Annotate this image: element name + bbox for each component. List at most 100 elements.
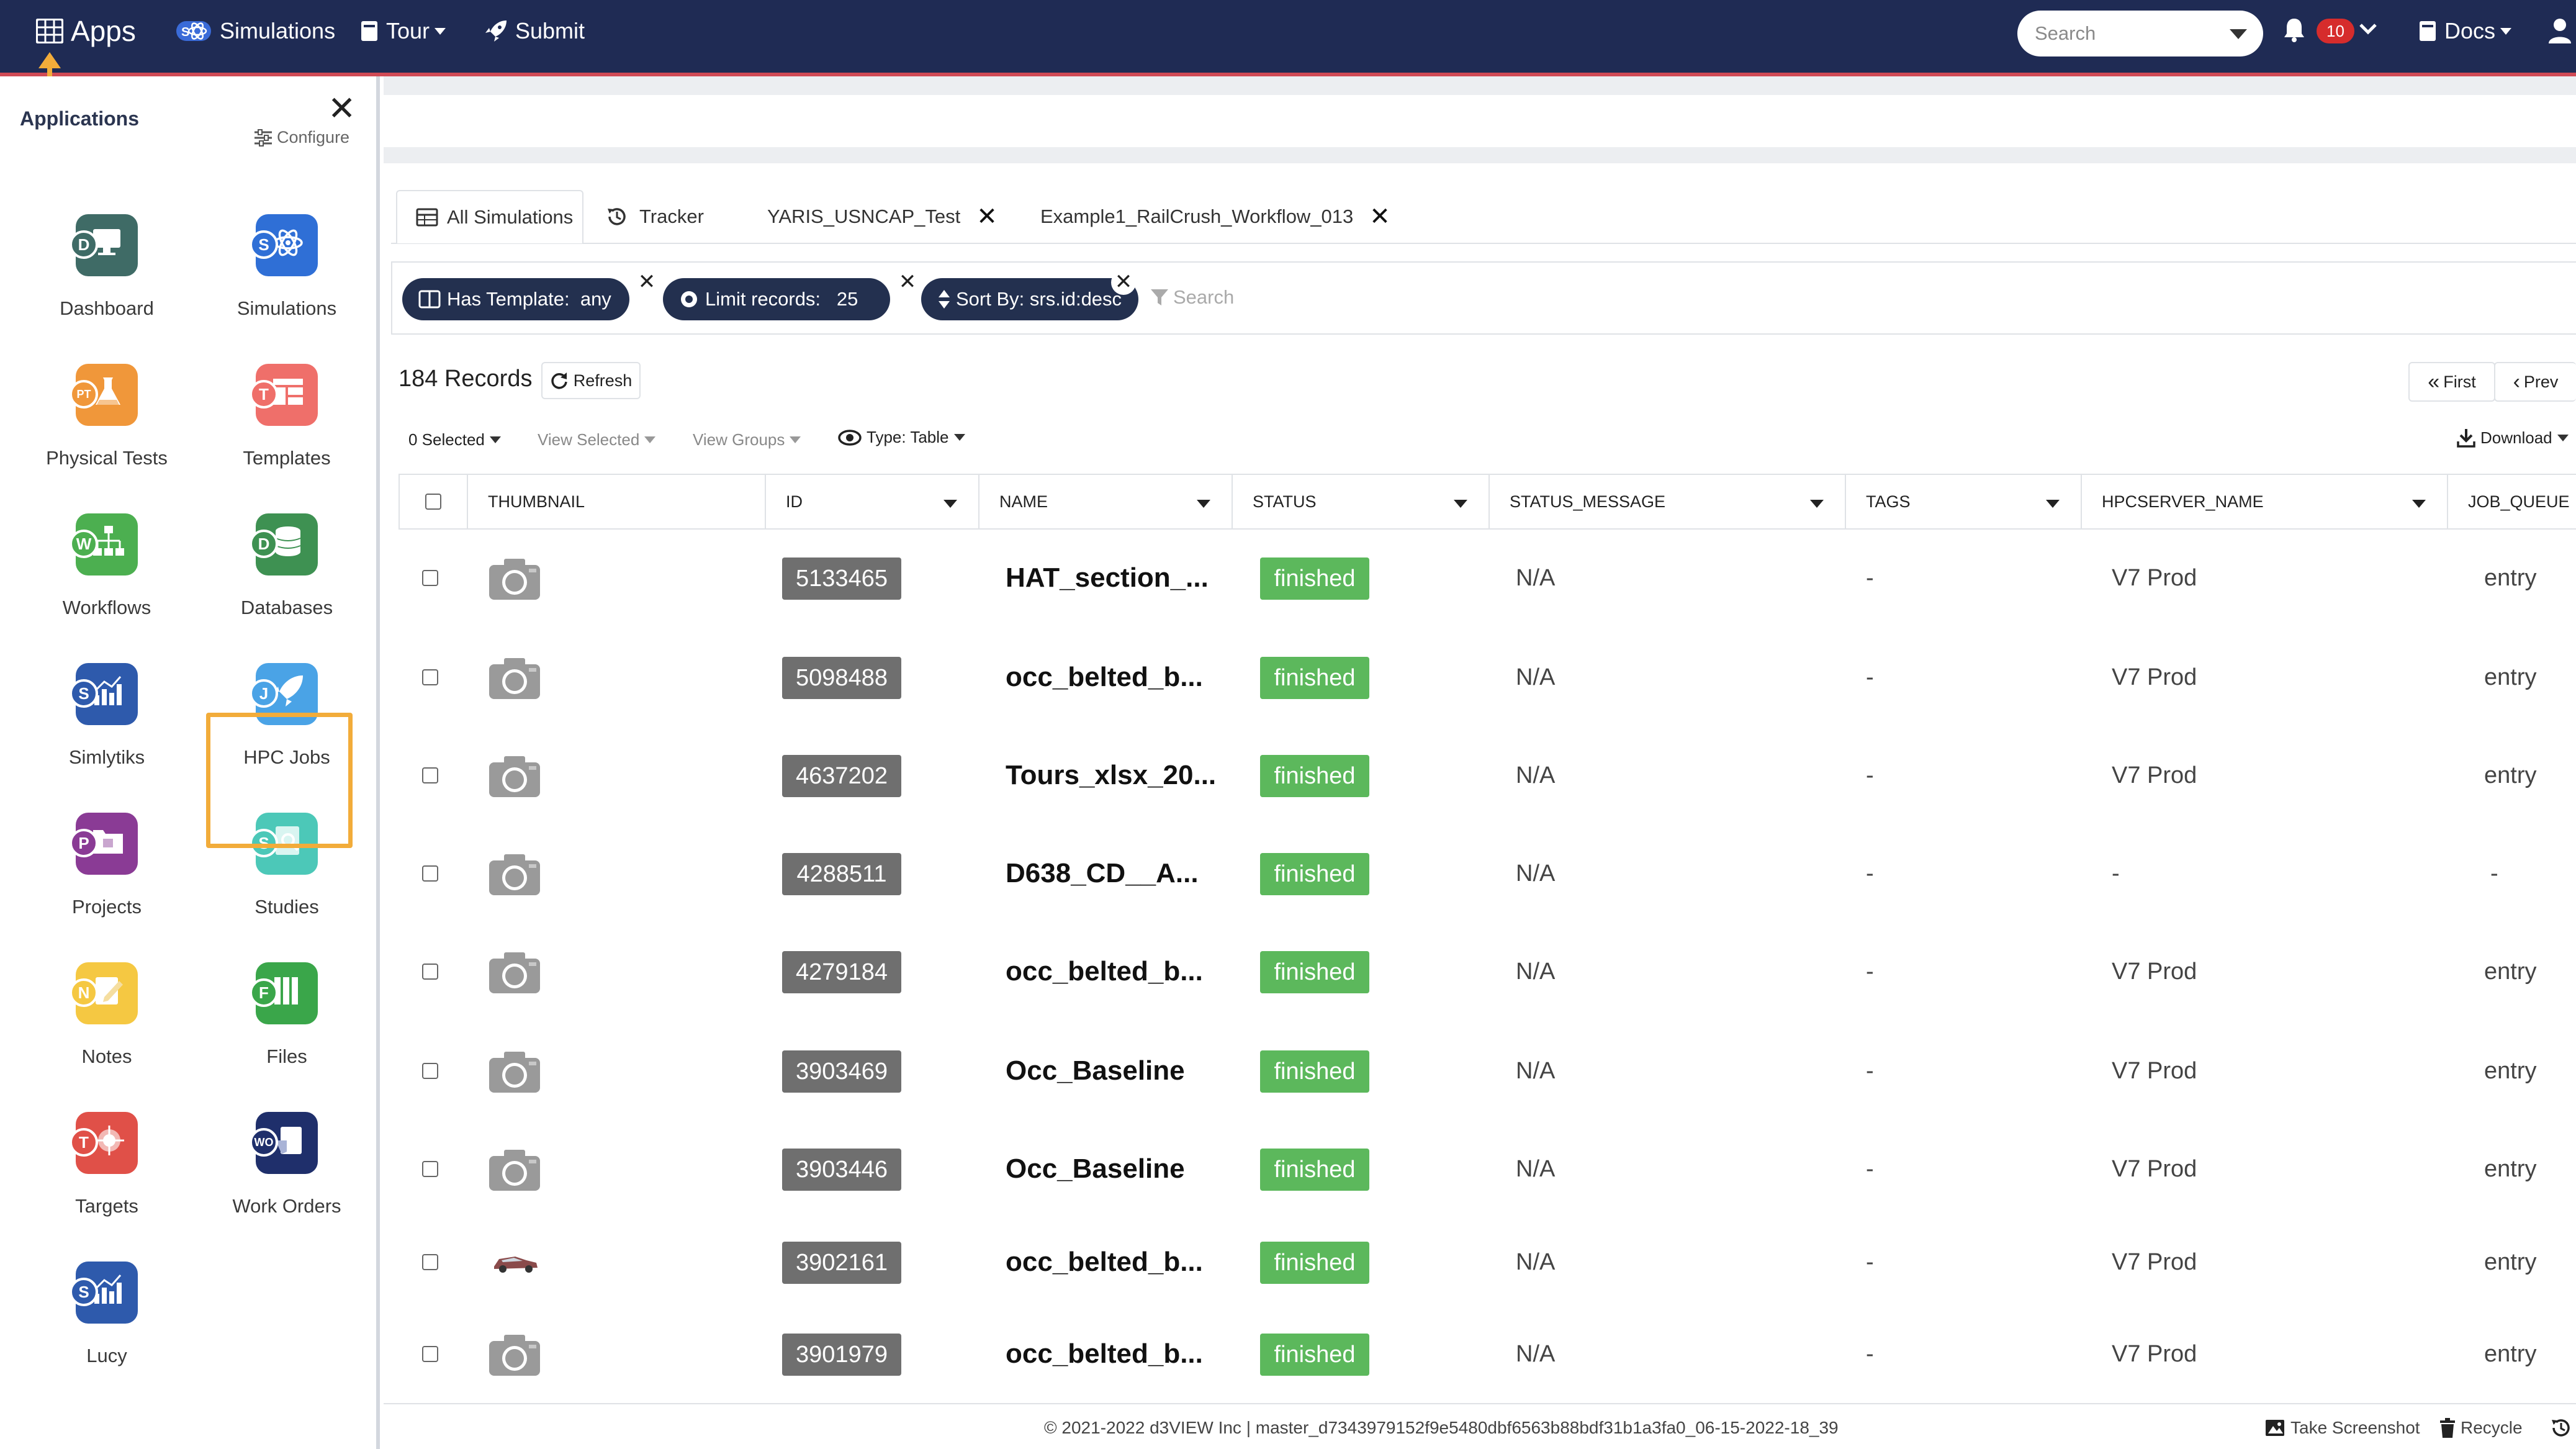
app-databases[interactable]: D Databases xyxy=(200,506,374,643)
configure-button[interactable]: Configure xyxy=(253,128,349,147)
table-row[interactable]: 5098488 occ_belted_b... finished N/A - V7 Pro… xyxy=(399,629,2576,727)
simulation-name-link[interactable]: Occ_Baseline xyxy=(1006,1055,1185,1086)
simulation-name-link[interactable]: occ_belted_b... xyxy=(1006,956,1203,987)
id-badge[interactable]: 4288511 xyxy=(782,853,901,895)
row-checkbox[interactable] xyxy=(422,1161,438,1177)
take-screenshot-button[interactable]: Take Screenshot xyxy=(2264,1418,2420,1438)
table-row[interactable]: 3903446 Occ_Baseline finished N/A - V7 Prod en… xyxy=(399,1121,2576,1219)
id-badge[interactable]: 3903469 xyxy=(782,1050,901,1093)
row-checkbox[interactable] xyxy=(422,767,438,783)
row-checkbox[interactable] xyxy=(422,964,438,980)
first-page-button[interactable]: « First xyxy=(2408,362,2495,402)
id-badge[interactable]: 5098488 xyxy=(782,657,901,699)
app-physical-tests[interactable]: PT Physical Tests xyxy=(20,356,194,493)
sort-caret-icon[interactable] xyxy=(1197,500,1210,508)
tab-example1-railcrush[interactable]: Example1_RailCrush_Workflow_013 ✕ xyxy=(1040,190,1390,243)
app-work-orders[interactable]: WO Work Orders xyxy=(200,1104,374,1241)
row-checkbox[interactable] xyxy=(422,1063,438,1079)
app-projects[interactable]: P Projects xyxy=(20,805,194,942)
simulation-name-link[interactable]: Occ_Baseline xyxy=(1006,1153,1185,1185)
close-tab-icon[interactable]: ✕ xyxy=(976,202,998,231)
table-row[interactable]: 5133465 HAT_section_... finished N/A - V7 Pro… xyxy=(399,530,2576,628)
history-icon[interactable] xyxy=(2550,1417,2572,1439)
column-header-name[interactable]: NAME xyxy=(978,474,1232,530)
car-thumbnail-icon[interactable] xyxy=(490,1250,540,1278)
sort-caret-icon[interactable] xyxy=(943,500,957,508)
camera-icon[interactable] xyxy=(488,1049,541,1097)
column-header-id[interactable]: ID xyxy=(765,474,978,530)
app-simlytiks[interactable]: S Simlytiks xyxy=(20,656,194,792)
simulation-name-link[interactable]: HAT_section_... xyxy=(1006,562,1209,594)
remove-filter-icon[interactable]: ✕ xyxy=(634,270,659,295)
column-header-status-message[interactable]: STATUS_MESSAGE xyxy=(1488,474,1845,530)
app-dashboard[interactable]: D Dashboard xyxy=(20,207,194,343)
bell-icon[interactable] xyxy=(2283,17,2305,42)
filter-chip-template[interactable]: Has Template: any xyxy=(402,278,629,320)
row-checkbox[interactable] xyxy=(422,1346,438,1362)
column-header-status[interactable]: STATUS xyxy=(1232,474,1488,530)
app-targets[interactable]: T Targets xyxy=(20,1104,194,1241)
camera-icon[interactable] xyxy=(488,950,541,998)
id-badge[interactable]: 4279184 xyxy=(782,951,901,993)
filter-search-input[interactable]: Search xyxy=(1150,286,1234,309)
view-groups-dropdown[interactable]: View Groups xyxy=(693,430,801,449)
table-row[interactable]: 3903469 Occ_Baseline finished N/A - V7 Prod en… xyxy=(399,1022,2576,1121)
camera-icon[interactable] xyxy=(488,1147,541,1195)
simulation-name-link[interactable]: occ_belted_b... xyxy=(1006,1338,1203,1370)
submit-nav-button[interactable]: Submit xyxy=(484,0,585,62)
tab-tracker[interactable]: Tracker xyxy=(606,190,704,243)
camera-icon[interactable] xyxy=(488,852,541,900)
selected-dropdown[interactable]: 0 Selected xyxy=(408,430,501,449)
view-selected-dropdown[interactable]: View Selected xyxy=(538,430,656,449)
close-tab-icon[interactable]: ✕ xyxy=(1369,202,1390,231)
close-icon[interactable]: ✕ xyxy=(328,89,356,128)
column-header-hpcserver-name[interactable]: HPCSERVER_NAME xyxy=(2081,474,2447,530)
simulation-name-link[interactable]: Tours_xlsx_20... xyxy=(1006,760,1216,791)
sort-caret-icon[interactable] xyxy=(2412,500,2426,508)
simulation-name-link[interactable]: occ_belted_b... xyxy=(1006,1247,1203,1278)
recycle-button[interactable]: Recycle xyxy=(2439,1418,2523,1438)
notification-count-badge[interactable]: 10 xyxy=(2317,19,2354,43)
table-row[interactable]: 4637202 Tours_xlsx_20... finished N/A - V7 Pr… xyxy=(399,727,2576,825)
tab-all-simulations[interactable]: All Simulations xyxy=(396,190,583,243)
sort-caret-icon[interactable] xyxy=(1810,500,1824,508)
table-row[interactable]: 4279184 occ_belted_b... finished N/A - V7 Pro… xyxy=(399,923,2576,1021)
filter-chip-sort[interactable]: Sort By: srs.id:desc xyxy=(921,278,1138,320)
table-row[interactable]: 3902161 occ_belted_b... finished N/A - V7 Pro… xyxy=(399,1214,2576,1312)
row-checkbox[interactable] xyxy=(422,1254,438,1270)
tour-menu-button[interactable]: Tour xyxy=(360,0,446,62)
app-files[interactable]: F Files xyxy=(200,955,374,1091)
row-checkbox[interactable] xyxy=(422,865,438,882)
view-type-dropdown[interactable]: Type: Table xyxy=(838,428,965,447)
search-dropdown-icon[interactable] xyxy=(2230,29,2247,39)
app-lucy[interactable]: S Lucy xyxy=(20,1254,194,1391)
app-notes[interactable]: N Notes xyxy=(20,955,194,1091)
camera-icon[interactable] xyxy=(488,1332,541,1380)
user-icon[interactable] xyxy=(2547,17,2572,43)
column-header-tags[interactable]: TAGS xyxy=(1845,474,2081,530)
column-header-job-queue[interactable]: JOB_QUEUE xyxy=(2447,474,2576,530)
camera-icon[interactable] xyxy=(488,556,541,604)
filter-chip-limit[interactable]: Limit records: 25 xyxy=(663,278,890,320)
remove-filter-icon[interactable]: ✕ xyxy=(895,270,920,295)
download-dropdown[interactable]: Download xyxy=(2457,428,2569,448)
column-header-thumbnail[interactable]: THUMBNAIL xyxy=(467,474,765,530)
select-all-checkbox[interactable] xyxy=(425,494,441,510)
sort-caret-icon[interactable] xyxy=(1454,500,1467,508)
row-checkbox[interactable] xyxy=(422,669,438,685)
global-search-input[interactable]: Search xyxy=(2017,11,2263,56)
id-badge[interactable]: 3901979 xyxy=(782,1334,901,1376)
chevron-down-icon[interactable] xyxy=(2359,22,2377,36)
sort-caret-icon[interactable] xyxy=(2046,500,2060,508)
remove-filter-icon[interactable]: ✕ xyxy=(1111,270,1136,295)
simulations-nav-link[interactable]: S Simulations xyxy=(175,0,335,62)
id-badge[interactable]: 5133465 xyxy=(782,557,901,600)
app-simulations[interactable]: S Simulations xyxy=(200,207,374,343)
app-templates[interactable]: T Templates xyxy=(200,356,374,493)
docs-menu-button[interactable]: Docs xyxy=(2418,0,2512,62)
simulation-name-link[interactable]: D638_CD__A... xyxy=(1006,858,1199,889)
app-workflows[interactable]: W Workflows xyxy=(20,506,194,643)
camera-icon[interactable] xyxy=(488,754,541,801)
id-badge[interactable]: 4637202 xyxy=(782,755,901,797)
id-badge[interactable]: 3903446 xyxy=(782,1149,901,1191)
